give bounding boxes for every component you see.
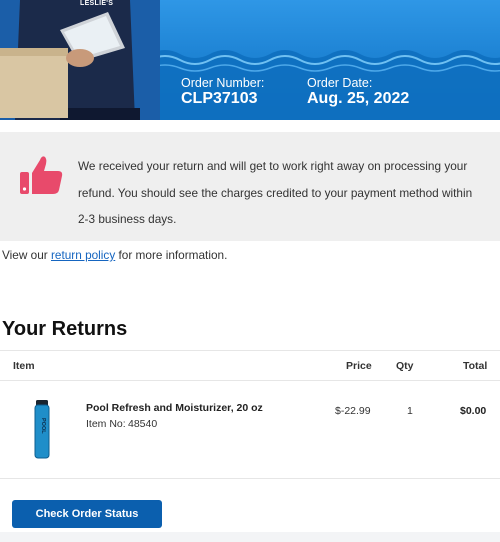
column-header-qty: Qty <box>396 360 414 372</box>
column-header-item: Item <box>13 360 35 372</box>
return-confirmation-text: We received your return and will get to … <box>78 159 473 226</box>
column-header-total: Total <box>463 360 488 372</box>
table-bottom-divider <box>0 478 500 479</box>
hero-banner: LESLIE'S Order Number: CLP37103 Order Da… <box>0 0 500 120</box>
brand-logo: LESLIE'S <box>80 0 114 7</box>
order-date-block: Order Date: Aug. 25, 2022 <box>307 76 409 108</box>
footer-strip <box>0 532 500 542</box>
product-item-no: 48540 <box>128 418 158 430</box>
returns-title: Your Returns <box>2 318 128 340</box>
product-image-text: POOL <box>40 418 46 434</box>
thumbs-up-icon <box>20 156 63 194</box>
policy-line: View our return policy for more informat… <box>2 248 227 262</box>
policy-suffix: for more information. <box>115 248 228 262</box>
product-item-no-label: Item No: <box>86 418 126 430</box>
order-date-label: Order Date: <box>307 76 373 90</box>
product-qty: 1 <box>407 405 413 417</box>
table-top-divider <box>0 350 500 351</box>
delivery-person-image <box>0 0 160 120</box>
policy-prefix: View our <box>2 248 51 262</box>
column-header-price: Price <box>346 360 372 372</box>
table-header-divider <box>0 380 500 381</box>
order-number-block: Order Number: CLP37103 <box>181 76 264 108</box>
product-price: $-22.99 <box>335 405 371 417</box>
order-date-value: Aug. 25, 2022 <box>307 90 410 107</box>
return-policy-link[interactable]: return policy <box>51 248 115 262</box>
check-order-status-button[interactable]: Check Order Status <box>12 500 162 528</box>
order-number-value: CLP37103 <box>181 90 258 107</box>
product-total: $0.00 <box>460 405 487 417</box>
product-name: Pool Refresh and Moisturizer, 20 oz <box>86 402 263 414</box>
product-image: POOL <box>34 400 50 459</box>
order-number-label: Order Number: <box>181 76 265 90</box>
